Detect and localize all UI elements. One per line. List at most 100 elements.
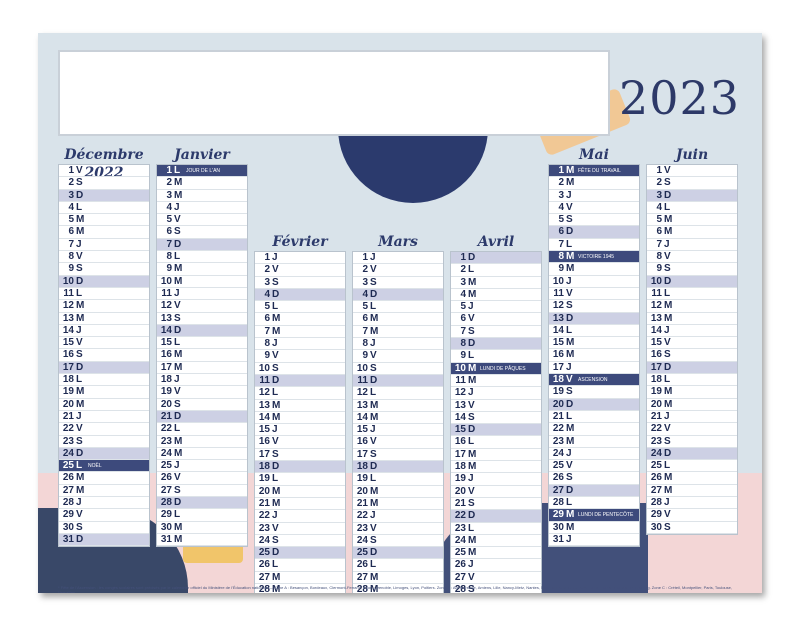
- day-row[interactable]: 3S: [353, 277, 443, 289]
- day-row[interactable]: 7J: [59, 239, 149, 252]
- day-row[interactable]: 21 J: [647, 411, 737, 424]
- day-row[interactable]: 24 D: [59, 447, 149, 461]
- day-row[interactable]: 14 M: [353, 412, 443, 425]
- day-row[interactable]: 28 L: [549, 497, 639, 510]
- day-row[interactable]: 5J: [451, 301, 541, 314]
- day-row[interactable]: 2S: [647, 177, 737, 190]
- day-row[interactable]: 22 J: [353, 510, 443, 523]
- day-row[interactable]: 19 L: [255, 473, 345, 486]
- day-row[interactable]: 20 M: [255, 486, 345, 498]
- day-row[interactable]: 27 S: [157, 485, 247, 498]
- day-row[interactable]: 2V: [353, 264, 443, 277]
- day-row[interactable]: 27 M: [353, 572, 443, 585]
- day-row[interactable]: 7D: [157, 238, 247, 252]
- day-row[interactable]: 12 V: [157, 300, 247, 313]
- day-row[interactable]: 19 V: [157, 386, 247, 399]
- day-row[interactable]: 11 D: [255, 374, 345, 388]
- day-row[interactable]: 8V: [59, 251, 149, 264]
- day-row[interactable]: 13 M: [59, 313, 149, 325]
- day-row[interactable]: 1V: [59, 165, 149, 178]
- day-row[interactable]: 12 J: [451, 387, 541, 400]
- day-row[interactable]: 3J: [549, 190, 639, 202]
- day-row[interactable]: 24 M: [451, 535, 541, 548]
- day-row[interactable]: 15 M: [549, 337, 639, 350]
- day-row[interactable]: 10 J: [549, 276, 639, 288]
- day-row[interactable]: 10 D: [647, 275, 737, 288]
- day-row[interactable]: 13 V: [451, 400, 541, 412]
- day-row[interactable]: 16 S: [59, 349, 149, 362]
- day-row[interactable]: 12 M: [59, 300, 149, 313]
- day-row[interactable]: 23 M: [157, 436, 247, 448]
- day-row[interactable]: 30 S: [647, 522, 737, 534]
- day-row[interactable]: 11 L: [59, 288, 149, 301]
- day-row[interactable]: 4D: [255, 288, 345, 302]
- day-row[interactable]: 5L: [255, 301, 345, 314]
- day-row[interactable]: 19 M: [59, 386, 149, 399]
- day-row[interactable]: 9M: [157, 263, 247, 276]
- day-row[interactable]: 11 M: [451, 375, 541, 388]
- day-row[interactable]: 15 L: [157, 337, 247, 350]
- day-row[interactable]: 15 J: [255, 424, 345, 437]
- day-row[interactable]: 18 D: [255, 461, 345, 474]
- day-row[interactable]: 21 M: [255, 498, 345, 511]
- day-row[interactable]: 4J: [157, 202, 247, 215]
- day-row[interactable]: 18 L: [647, 374, 737, 387]
- day-row[interactable]: 5L: [353, 301, 443, 314]
- day-row[interactable]: 4M: [451, 289, 541, 302]
- day-row[interactable]: 7L: [549, 239, 639, 252]
- day-row[interactable]: 21 D: [157, 410, 247, 424]
- day-row[interactable]: 26 J: [451, 559, 541, 572]
- day-row[interactable]: 24 S: [255, 535, 345, 548]
- day-row[interactable]: 7S: [451, 326, 541, 339]
- day-row[interactable]: 17 S: [255, 449, 345, 462]
- day-row[interactable]: 14 L: [549, 325, 639, 338]
- day-row[interactable]: 15 D: [451, 424, 541, 437]
- day-row[interactable]: 23 S: [59, 436, 149, 448]
- day-row[interactable]: 10 D: [59, 275, 149, 288]
- day-row[interactable]: 6M: [353, 313, 443, 326]
- day-row[interactable]: 18 M: [451, 461, 541, 474]
- day-row[interactable]: 16 M: [549, 349, 639, 362]
- day-row[interactable]: 10 M: [157, 276, 247, 288]
- day-row[interactable]: 21 L: [549, 411, 639, 424]
- day-row[interactable]: 17 M: [157, 362, 247, 375]
- day-row[interactable]: 17 S: [353, 449, 443, 462]
- day-row[interactable]: 1D: [451, 252, 541, 265]
- day-row[interactable]: 20 V: [451, 486, 541, 498]
- day-row[interactable]: 23 V: [255, 523, 345, 535]
- day-row[interactable]: 24 S: [353, 535, 443, 548]
- day-row[interactable]: 18 J: [157, 374, 247, 387]
- day-row[interactable]: 6D: [549, 226, 639, 239]
- day-row[interactable]: 14 D: [157, 324, 247, 338]
- day-row[interactable]: 12 L: [353, 387, 443, 400]
- day-row[interactable]: 17 M: [451, 449, 541, 462]
- day-row[interactable]: 30 M: [157, 522, 247, 534]
- day-row[interactable]: 19 J: [451, 473, 541, 486]
- day-row[interactable]: 26 M: [647, 472, 737, 485]
- day-row[interactable]: 5S: [549, 214, 639, 227]
- day-row[interactable]: 10 S: [353, 363, 443, 375]
- day-row[interactable]: 8 M VICTOIRE 1945: [549, 251, 639, 264]
- day-row[interactable]: 9M: [549, 263, 639, 276]
- day-row[interactable]: 5M: [647, 214, 737, 227]
- day-row[interactable]: 16 V: [353, 436, 443, 449]
- day-row[interactable]: 2M: [549, 177, 639, 190]
- day-row[interactable]: 1J: [255, 252, 345, 265]
- day-row[interactable]: 9V: [353, 350, 443, 363]
- day-row[interactable]: 27 M: [59, 485, 149, 498]
- day-row[interactable]: 18 L: [59, 374, 149, 387]
- day-row[interactable]: 29 V: [647, 509, 737, 522]
- day-row[interactable]: 5M: [59, 214, 149, 227]
- day-row[interactable]: 13 S: [157, 313, 247, 325]
- day-row[interactable]: 3S: [255, 277, 345, 289]
- day-row[interactable]: 9V: [255, 350, 345, 363]
- day-row[interactable]: 7M: [255, 326, 345, 339]
- day-row[interactable]: 31 J: [549, 534, 639, 547]
- day-row[interactable]: 11 V: [549, 288, 639, 301]
- day-row[interactable]: 25 L NOËL: [59, 460, 149, 473]
- day-row[interactable]: 16 V: [255, 436, 345, 449]
- day-row[interactable]: 19 S: [549, 386, 639, 399]
- day-row[interactable]: 20 M: [647, 399, 737, 411]
- day-row[interactable]: 6V: [451, 313, 541, 326]
- day-row[interactable]: 31 M: [157, 534, 247, 547]
